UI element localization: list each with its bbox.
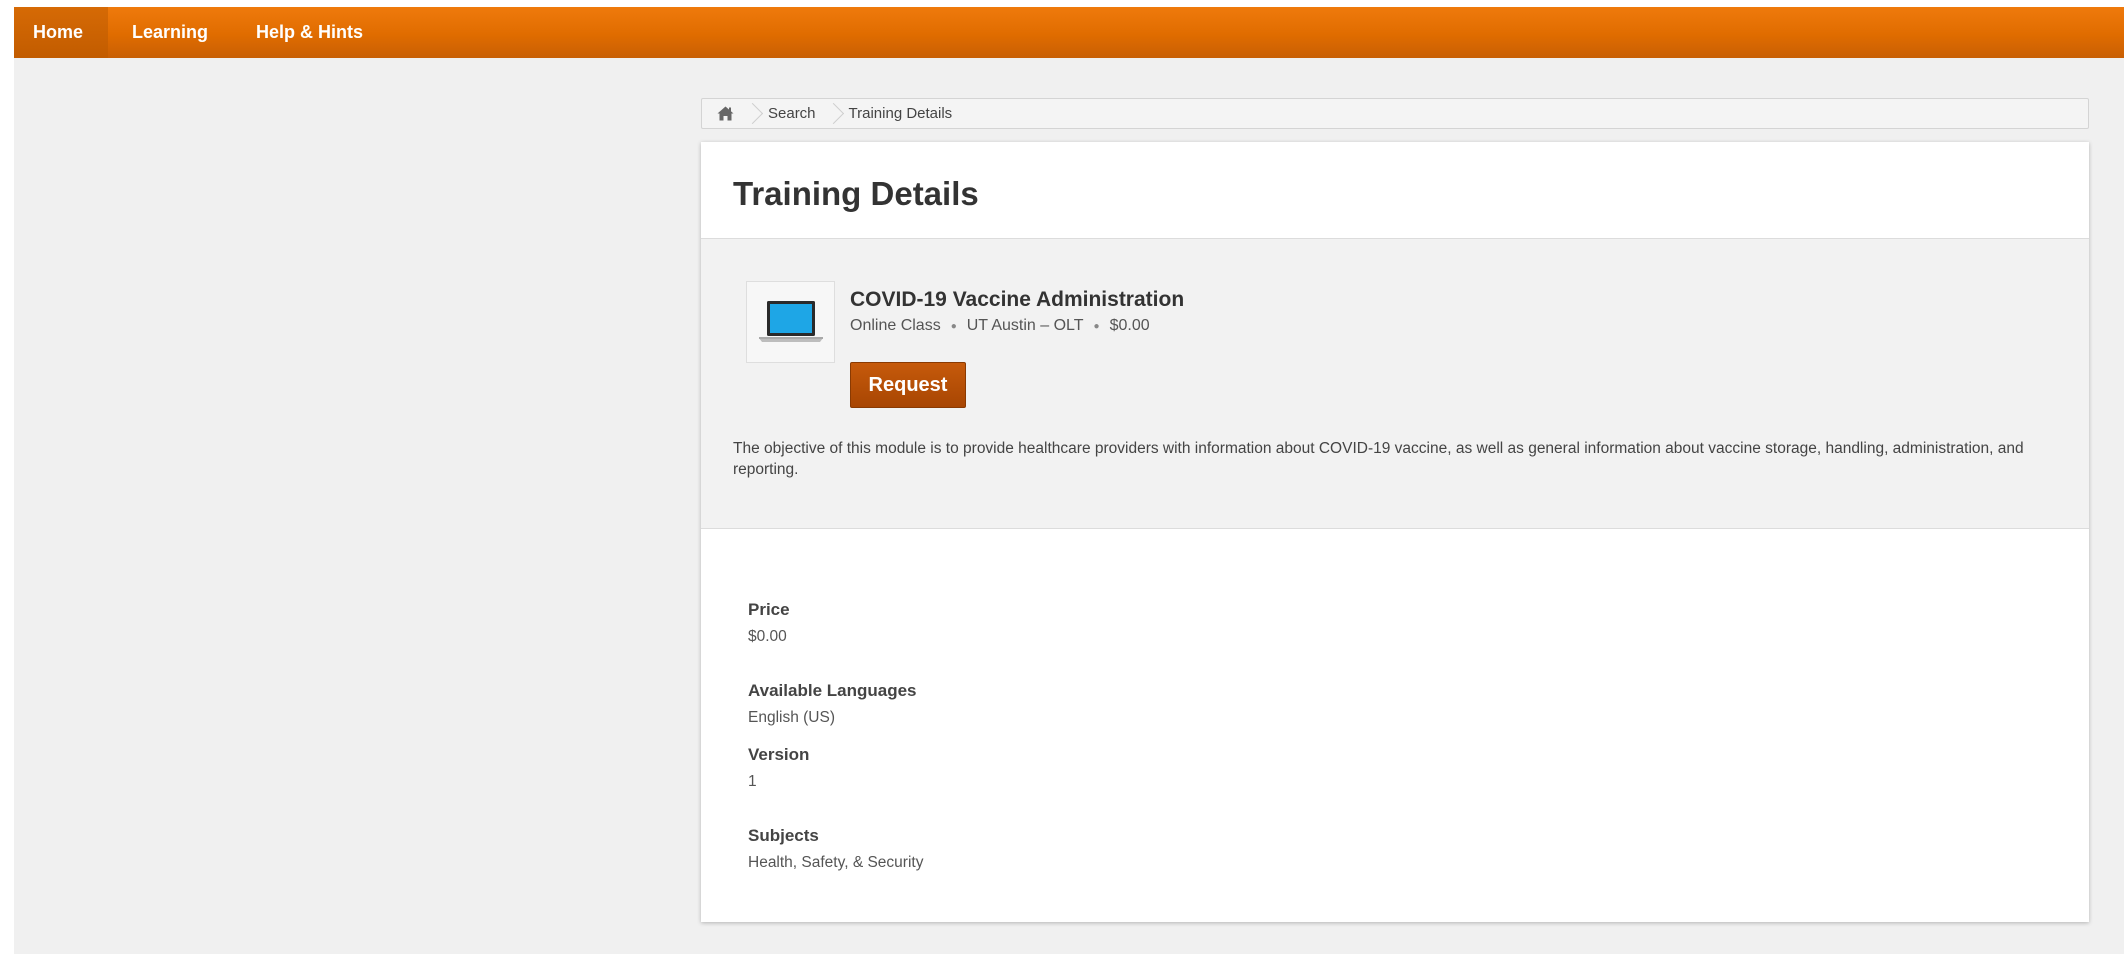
top-navigation-bar: Home Learning Help & Hints xyxy=(14,7,2124,58)
detail-label: Subjects xyxy=(748,826,819,845)
card-header: Training Details xyxy=(701,142,2089,239)
detail-value: English (US) xyxy=(748,709,835,726)
course-description: The objective of this module is to provi… xyxy=(733,440,2024,478)
detail-value: $0.00 xyxy=(748,628,787,645)
home-icon xyxy=(717,106,733,121)
page-background: Home Learning Help & Hints Search Traini… xyxy=(14,7,2124,954)
course-provider: UT Austin – OLT xyxy=(966,317,1084,334)
course-title[interactable]: COVID-19 Vaccine Administration xyxy=(850,288,1184,312)
course-thumbnail xyxy=(746,281,835,363)
detail-subjects: Subjects Health, Safety, & Security xyxy=(748,826,923,872)
detail-languages: Available Languages English (US) xyxy=(748,681,916,727)
breadcrumb-separator xyxy=(748,99,758,128)
meta-separator-dot: ● xyxy=(1093,320,1100,332)
detail-value: 1 xyxy=(748,773,757,790)
request-button[interactable]: Request xyxy=(850,362,966,408)
course-price: $0.00 xyxy=(1109,317,1150,334)
meta-separator-dot: ● xyxy=(950,320,957,332)
nav-learning[interactable]: Learning xyxy=(108,7,232,58)
laptop-icon xyxy=(758,301,823,342)
detail-price: Price $0.00 xyxy=(748,600,790,646)
training-details-card: Training Details COVID-19 Vaccine Admini… xyxy=(701,142,2089,922)
nav-help-hints[interactable]: Help & Hints xyxy=(232,7,387,58)
detail-label: Available Languages xyxy=(748,681,917,700)
detail-label: Version xyxy=(748,745,810,764)
breadcrumb: Search Training Details xyxy=(701,98,2089,129)
detail-version: Version 1 xyxy=(748,745,809,791)
course-meta: Online Class ● UT Austin – OLT ● $0.00 xyxy=(850,317,1150,335)
nav-home[interactable]: Home xyxy=(14,7,109,58)
course-summary: COVID-19 Vaccine Administration Online C… xyxy=(701,239,2089,529)
detail-label: Price xyxy=(748,600,790,619)
breadcrumb-search[interactable]: Search xyxy=(758,105,829,122)
detail-value: Health, Safety, & Security xyxy=(748,854,924,871)
breadcrumb-current: Training Details xyxy=(848,105,953,122)
page-title: Training Details xyxy=(733,175,979,212)
breadcrumb-separator xyxy=(829,99,839,128)
course-type: Online Class xyxy=(850,317,941,334)
